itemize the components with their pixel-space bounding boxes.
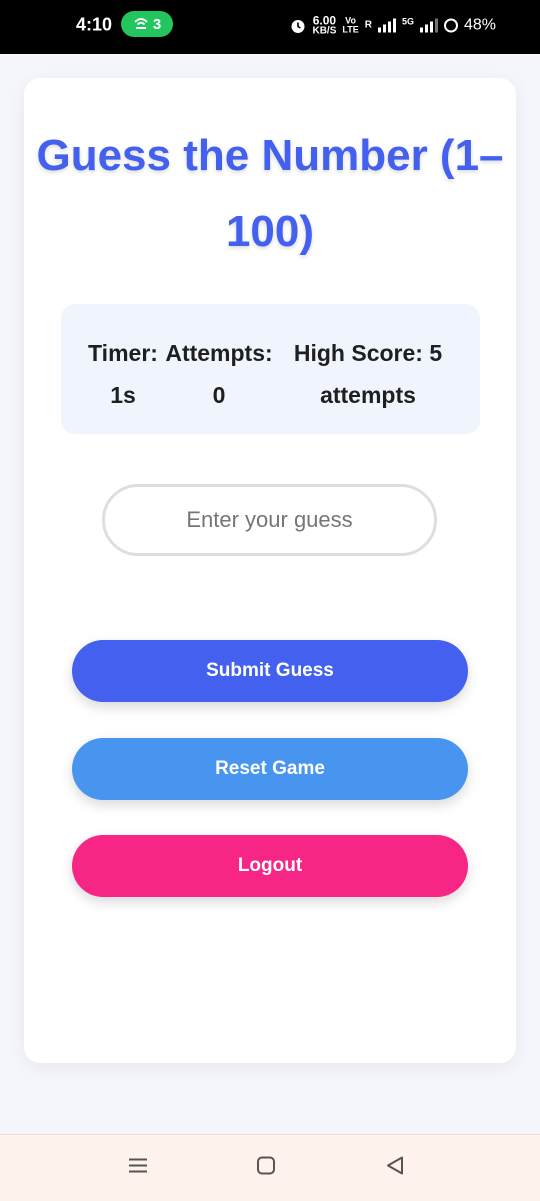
- network-speed-unit: KB/S: [312, 25, 337, 37]
- home-icon[interactable]: [255, 1155, 277, 1182]
- attempts-stat: Attempts: 0: [159, 332, 279, 416]
- status-icons: 6.00 KB/S Vo LTE R 5G 48%: [290, 15, 496, 36]
- game-card: Guess the Number (1–100) Timer: 1s Attem…: [24, 78, 516, 1063]
- volte-indicator: Vo LTE: [342, 16, 358, 34]
- high-score-stat: High Score: 5 attempts: [283, 332, 453, 416]
- reset-game-button[interactable]: Reset Game: [72, 738, 468, 800]
- sim1-roaming-label: R: [364, 19, 372, 31]
- hotspot-badge: 3: [121, 11, 173, 37]
- battery-icon: [443, 18, 458, 32]
- volte-bottom: LTE: [342, 24, 359, 34]
- attempts-label: Attempts:: [165, 340, 273, 366]
- navigation-bar: [0, 1134, 540, 1201]
- high-score-label: High Score: 5: [293, 340, 443, 366]
- page-title: Guess the Number (1–100): [36, 131, 504, 256]
- high-score-value: attempts: [320, 382, 416, 408]
- back-icon[interactable]: [384, 1155, 406, 1182]
- network-speed: 6.00 KB/S: [312, 15, 337, 37]
- submit-guess-button[interactable]: Submit Guess: [72, 640, 468, 702]
- hotspot-icon: [134, 18, 148, 29]
- signal-icon-sim2: [419, 18, 438, 32]
- guess-input[interactable]: [102, 484, 437, 556]
- signal-icon-sim1: [377, 18, 396, 32]
- battery-percent: 48%: [463, 16, 496, 33]
- menu-icon[interactable]: [127, 1156, 149, 1181]
- timer-stat: Timer: 1s: [83, 332, 163, 416]
- alarm-icon: [291, 19, 305, 33]
- attempts-value: 0: [212, 382, 226, 408]
- timer-label: Timer:: [88, 340, 158, 366]
- hotspot-count: 3: [152, 15, 162, 33]
- status-time: 4:10: [76, 14, 113, 35]
- logout-button[interactable]: Logout: [72, 835, 468, 897]
- sim2-network-label: 5G: [401, 16, 414, 26]
- stats-panel: Timer: 1s Attempts: 0 High Score: 5 atte…: [61, 304, 480, 434]
- timer-value: 1s: [110, 382, 136, 408]
- status-bar: 4:10 3 6.00 KB/S Vo LTE R 5G 48%: [0, 0, 540, 54]
